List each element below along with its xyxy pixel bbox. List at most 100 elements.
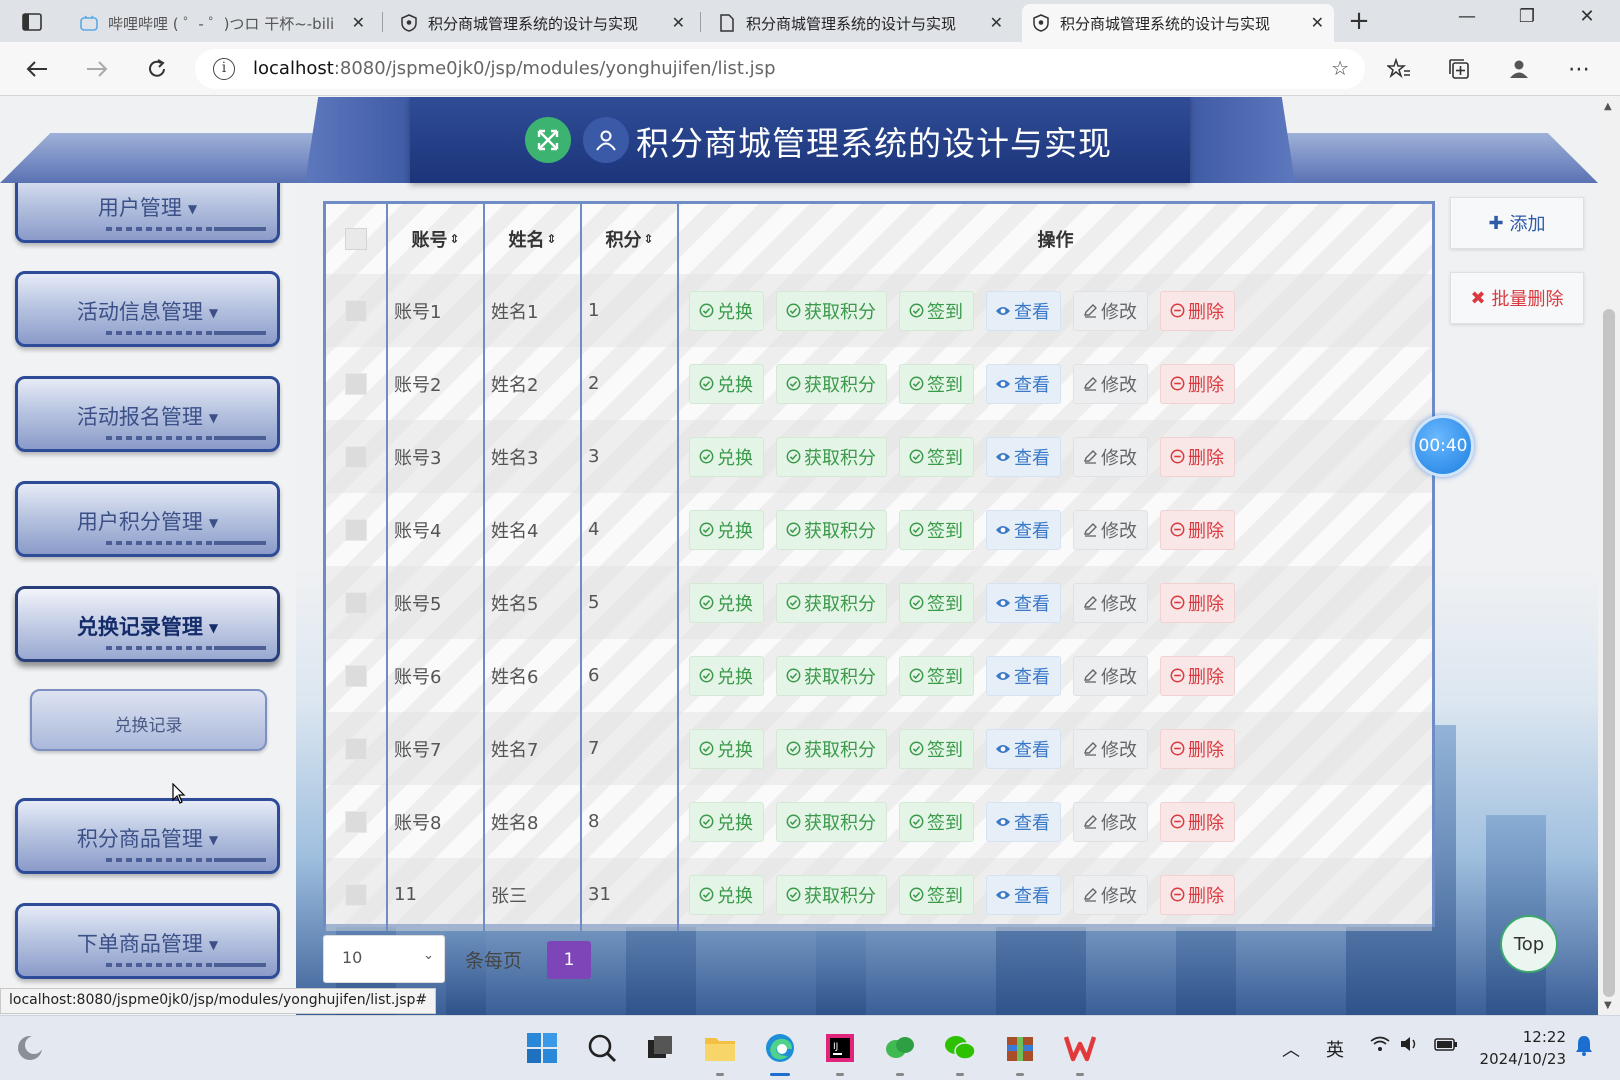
sidebar-item-activity-info[interactable]: 活动信息管理 ▼ [15, 271, 280, 347]
action-button-5[interactable]: 删除 [1160, 728, 1235, 769]
scroll-up-icon[interactable]: ▲ [1604, 101, 1612, 112]
action-button-1[interactable]: 获取积分 [776, 728, 887, 769]
sidebar-item-exchange-records[interactable]: 兑换记录管理 ▼ [15, 586, 280, 662]
profile-icon[interactable] [1502, 52, 1536, 86]
wechat-icon[interactable] [940, 1028, 980, 1076]
refresh-icon[interactable] [140, 52, 174, 86]
action-button-2[interactable]: 签到 [899, 801, 974, 842]
row-checkbox[interactable] [345, 372, 367, 395]
close-tab-icon[interactable]: ✕ [352, 13, 365, 32]
action-button-3[interactable]: 查看 [986, 874, 1061, 915]
action-button-4[interactable]: 修改 [1073, 655, 1148, 696]
action-button-0[interactable]: 兑换 [689, 655, 764, 696]
archive-app-icon[interactable] [1000, 1028, 1040, 1076]
page-size-select[interactable]: 10 ⌄ [323, 935, 445, 983]
row-checkbox[interactable] [345, 518, 367, 541]
action-button-0[interactable]: 兑换 [689, 290, 764, 331]
back-to-top-button[interactable]: Top [1500, 915, 1558, 973]
row-checkbox[interactable] [345, 445, 367, 468]
action-button-5[interactable]: 删除 [1160, 582, 1235, 623]
search-icon[interactable] [582, 1028, 622, 1068]
page-scrollbar[interactable]: ▲ ▼ [1598, 97, 1620, 1015]
action-button-1[interactable]: 获取积分 [776, 801, 887, 842]
select-all-checkbox[interactable] [345, 228, 367, 250]
user-icon[interactable] [583, 117, 629, 163]
action-button-3[interactable]: 查看 [986, 436, 1061, 477]
sidebar-item-points-products[interactable]: 积分商品管理 ▼ [15, 798, 280, 874]
action-button-3[interactable]: 查看 [986, 582, 1061, 623]
volume-icon[interactable] [1400, 1036, 1420, 1057]
scrollbar-thumb[interactable] [1603, 309, 1615, 997]
action-button-4[interactable]: 修改 [1073, 436, 1148, 477]
action-button-4[interactable]: 修改 [1073, 874, 1148, 915]
address-bar[interactable]: i localhost:8080/jspme0jk0/jsp/modules/y… [195, 49, 1365, 89]
action-button-2[interactable]: 签到 [899, 728, 974, 769]
row-checkbox[interactable] [345, 810, 367, 833]
action-button-2[interactable]: 签到 [899, 874, 974, 915]
minimize-icon[interactable]: — [1452, 6, 1482, 27]
close-tab-icon[interactable]: ✕ [990, 13, 1003, 32]
action-button-4[interactable]: 修改 [1073, 728, 1148, 769]
submenu-item-exchange-record[interactable]: 兑换记录 [30, 689, 267, 751]
row-checkbox[interactable] [345, 591, 367, 614]
widgets-icon[interactable] [10, 1028, 50, 1068]
row-checkbox[interactable] [345, 737, 367, 760]
action-button-0[interactable]: 兑换 [689, 509, 764, 550]
action-button-1[interactable]: 获取积分 [776, 290, 887, 331]
favorites-icon[interactable] [1382, 52, 1416, 86]
row-checkbox[interactable] [345, 664, 367, 687]
action-button-1[interactable]: 获取积分 [776, 363, 887, 404]
action-button-5[interactable]: 删除 [1160, 436, 1235, 477]
info-icon[interactable]: i [213, 58, 235, 80]
more-icon[interactable]: ⋯ [1562, 52, 1596, 86]
action-button-0[interactable]: 兑换 [689, 363, 764, 404]
action-button-0[interactable]: 兑换 [689, 874, 764, 915]
action-button-5[interactable]: 删除 [1160, 655, 1235, 696]
action-button-2[interactable]: 签到 [899, 509, 974, 550]
action-button-4[interactable]: 修改 [1073, 582, 1148, 623]
collections-icon[interactable] [1442, 52, 1476, 86]
action-button-1[interactable]: 获取积分 [776, 436, 887, 477]
action-button-4[interactable]: 修改 [1073, 509, 1148, 550]
notification-bell-icon[interactable] [1574, 1034, 1594, 1061]
sidebar-item-user-management[interactable]: 用户管理 ▼ [15, 183, 280, 243]
action-button-1[interactable]: 获取积分 [776, 874, 887, 915]
add-button[interactable]: ✚ 添加 [1450, 197, 1584, 249]
timer-badge[interactable]: 00:40 [1412, 415, 1474, 477]
close-tab-icon[interactable]: ✕ [1311, 13, 1324, 32]
column-header-name[interactable]: 姓名 ⇕ [483, 204, 580, 274]
file-explorer-icon[interactable] [700, 1028, 740, 1076]
action-button-2[interactable]: 签到 [899, 655, 974, 696]
intellij-idea-icon[interactable]: IJ [820, 1028, 860, 1076]
action-button-0[interactable]: 兑换 [689, 582, 764, 623]
page-number-button[interactable]: 1 [547, 941, 591, 979]
input-method-indicator[interactable]: 英 [1326, 1036, 1344, 1062]
forward-icon[interactable] [80, 52, 114, 86]
tab-system-1[interactable]: 积分商城管理系统的设计与实现 ✕ [390, 4, 695, 42]
action-button-3[interactable]: 查看 [986, 655, 1061, 696]
action-button-3[interactable]: 查看 [986, 801, 1061, 842]
row-checkbox[interactable] [345, 299, 367, 322]
action-button-4[interactable]: 修改 [1073, 363, 1148, 404]
tab-bilibili[interactable]: 哔哩哔哩 ( ゜- ゜)つロ 干杯~-bilibili ✕ [70, 4, 375, 42]
row-checkbox[interactable] [345, 883, 367, 906]
add-favorite-icon[interactable]: ☆ [1331, 56, 1349, 80]
action-button-3[interactable]: 查看 [986, 290, 1061, 331]
windows-start-icon[interactable] [522, 1028, 562, 1068]
tab-system-3[interactable]: 积分商城管理系统的设计与实现 ✕ [1022, 4, 1334, 42]
battery-icon[interactable] [1434, 1036, 1458, 1057]
batch-delete-button[interactable]: ✖ 批量删除 [1450, 272, 1584, 324]
tab-actions-icon[interactable] [14, 8, 50, 36]
action-button-3[interactable]: 查看 [986, 728, 1061, 769]
action-button-3[interactable]: 查看 [986, 509, 1061, 550]
action-button-5[interactable]: 删除 [1160, 874, 1235, 915]
system-clock[interactable]: 12:22 2024/10/23 [1470, 1026, 1566, 1070]
action-button-2[interactable]: 签到 [899, 582, 974, 623]
scroll-down-icon[interactable]: ▼ [1604, 1000, 1612, 1011]
wps-office-icon[interactable] [1060, 1028, 1100, 1076]
action-button-5[interactable]: 删除 [1160, 363, 1235, 404]
app-green-icon[interactable] [880, 1028, 920, 1076]
action-button-2[interactable]: 签到 [899, 436, 974, 477]
action-button-0[interactable]: 兑换 [689, 801, 764, 842]
sidebar-item-activity-signup[interactable]: 活动报名管理 ▼ [15, 376, 280, 452]
